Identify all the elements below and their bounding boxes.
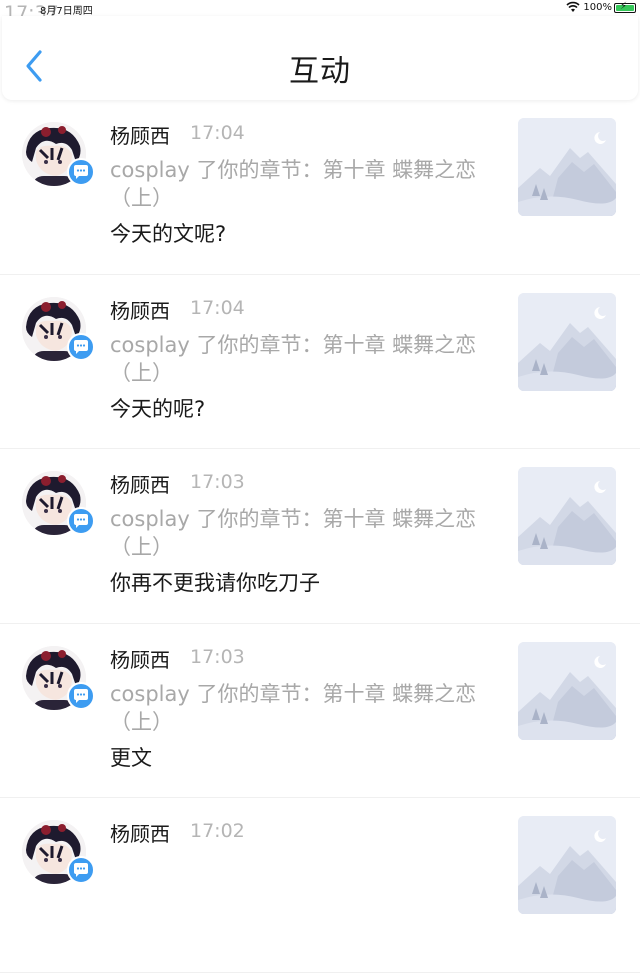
user-name[interactable]: 杨顾西 <box>110 469 170 498</box>
list-item[interactable]: 杨顾西 17:03 cosplay 了你的章节：第十章 蝶舞之恋（上） 更文 <box>0 624 640 798</box>
placeholder-landscape-icon <box>518 467 616 565</box>
page-title: 互动 <box>289 54 351 89</box>
timestamp: 17:04 <box>190 122 245 144</box>
timestamp: 17:03 <box>190 645 245 668</box>
list-item[interactable]: 杨顾西 17:04 cosplay 了你的章节：第十章 蝶舞之恋（上） 今天的呢… <box>0 275 640 449</box>
comment-badge-icon <box>67 158 95 186</box>
chapter-thumbnail[interactable] <box>518 467 616 565</box>
comment-badge-icon <box>67 856 95 884</box>
battery-icon: ⚡ <box>614 1 636 13</box>
placeholder-landscape-icon <box>518 118 616 216</box>
battery-percentage: 100% <box>583 2 612 13</box>
interaction-list: 杨顾西 17:04 cosplay 了你的章节：第十章 蝶舞之恋（上） 今天的文… <box>0 100 640 973</box>
chapter-thumbnail[interactable] <box>518 816 616 914</box>
chapter-reference: cosplay 了你的章节：第十章 蝶舞之恋（上） <box>110 681 477 734</box>
chapter-reference: cosplay 了你的章节：第十章 蝶舞之恋（上） <box>110 507 477 559</box>
list-item[interactable]: 杨顾西 17:03 cosplay 了你的章节：第十章 蝶舞之恋（上） 你再不更… <box>0 449 640 624</box>
user-name[interactable]: 杨顾西 <box>110 818 170 847</box>
wifi-icon <box>566 1 580 16</box>
placeholder-landscape-icon <box>518 641 616 740</box>
comment-badge-icon <box>67 332 95 361</box>
nav-header: 互动 <box>2 16 638 100</box>
message-text: 今天的文呢? <box>110 222 227 246</box>
comment-badge-icon <box>67 681 95 710</box>
timestamp: 17:03 <box>190 471 245 493</box>
chapter-thumbnail[interactable] <box>518 641 616 740</box>
message-text: 你再不更我请你吃刀子 <box>110 571 320 595</box>
list-item[interactable]: 杨顾西 17:04 cosplay 了你的章节：第十章 蝶舞之恋（上） 今天的文… <box>0 100 640 275</box>
message-text: 更文 <box>110 745 152 770</box>
chapter-reference: cosplay 了你的章节：第十章 蝶舞之恋（上） <box>110 158 477 210</box>
user-name[interactable]: 杨顾西 <box>110 644 170 673</box>
placeholder-landscape-icon <box>518 816 616 914</box>
timestamp: 17:02 <box>190 820 245 842</box>
status-date: 8月7日周四 <box>40 6 93 17</box>
list-item[interactable]: 杨顾西 17:02 <box>0 798 640 973</box>
chapter-thumbnail[interactable] <box>518 118 616 216</box>
chapter-reference: cosplay 了你的章节：第十章 蝶舞之恋（上） <box>110 332 477 385</box>
message-text: 今天的呢? <box>110 396 206 421</box>
comment-badge-icon <box>67 507 95 535</box>
chapter-thumbnail[interactable] <box>518 292 616 391</box>
timestamp: 17:04 <box>190 296 245 319</box>
placeholder-landscape-icon <box>518 292 616 391</box>
user-name[interactable]: 杨顾西 <box>110 295 170 324</box>
user-name[interactable]: 杨顾西 <box>110 120 170 149</box>
status-bar: 17:37 8月7日周四 100% ⚡ <box>0 0 640 24</box>
